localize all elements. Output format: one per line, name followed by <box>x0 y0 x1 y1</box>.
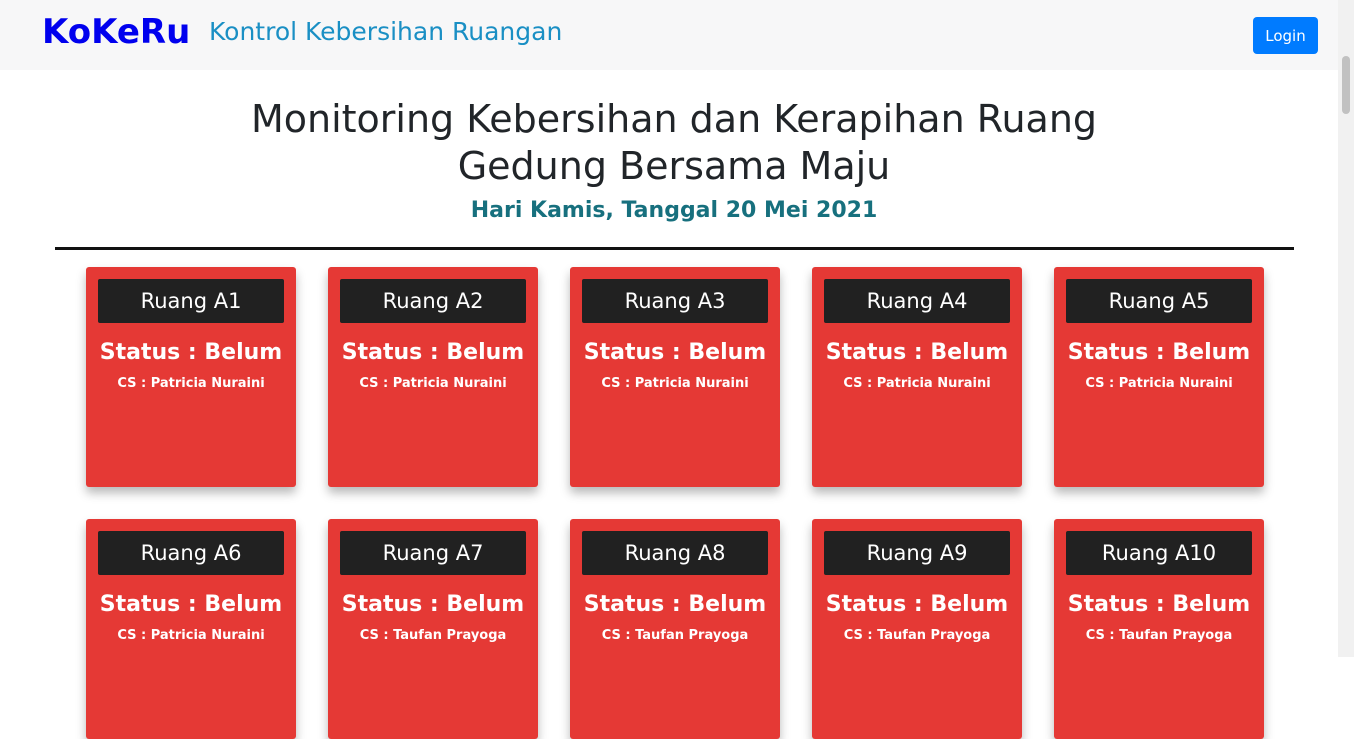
room-name: Ruang A7 <box>340 531 526 575</box>
room-name: Ruang A5 <box>1066 279 1252 323</box>
room-status: Status : Belum <box>583 340 767 365</box>
brand-subtitle: Kontrol Kebersihan Ruangan <box>209 17 563 46</box>
room-name: Ruang A10 <box>1066 531 1252 575</box>
room-cs: CS : Patricia Nuraini <box>117 376 265 391</box>
room-status: Status : Belum <box>99 340 283 365</box>
room-cs: CS : Taufan Prayoga <box>601 628 749 643</box>
room-cs: CS : Patricia Nuraini <box>601 376 749 391</box>
room-cs: CS : Patricia Nuraini <box>843 376 991 391</box>
room-card-a6[interactable]: Ruang A6 Status : Belum CS : Patricia Nu… <box>86 519 296 739</box>
navbar: KoKeRu Kontrol Kebersihan Ruangan Login <box>0 0 1338 70</box>
room-card-a4[interactable]: Ruang A4 Status : Belum CS : Patricia Nu… <box>812 267 1022 487</box>
date-label: Hari Kamis, Tanggal 20 Mei 2021 <box>470 198 878 223</box>
room-name: Ruang A1 <box>98 279 284 323</box>
page-header: Monitoring Kebersihan dan Kerapihan Ruan… <box>0 96 1348 223</box>
room-name: Ruang A6 <box>98 531 284 575</box>
room-grid: Ruang A1 Status : Belum CS : Patricia Nu… <box>86 267 1264 739</box>
room-status: Status : Belum <box>1067 592 1251 617</box>
room-name: Ruang A3 <box>582 279 768 323</box>
room-card-a10[interactable]: Ruang A10 Status : Belum CS : Taufan Pra… <box>1054 519 1264 739</box>
room-card-a8[interactable]: Ruang A8 Status : Belum CS : Taufan Pray… <box>570 519 780 739</box>
page-title-line1: Monitoring Kebersihan dan Kerapihan Ruan… <box>250 97 1098 141</box>
room-cs: CS : Patricia Nuraini <box>359 376 507 391</box>
room-name: Ruang A9 <box>824 531 1010 575</box>
room-status: Status : Belum <box>341 592 525 617</box>
room-cs: CS : Patricia Nuraini <box>1085 376 1233 391</box>
room-status: Status : Belum <box>825 592 1009 617</box>
room-status: Status : Belum <box>583 592 767 617</box>
header-divider <box>55 247 1294 250</box>
room-status: Status : Belum <box>341 340 525 365</box>
room-cs: CS : Taufan Prayoga <box>359 628 507 643</box>
room-status: Status : Belum <box>99 592 283 617</box>
room-cs: CS : Patricia Nuraini <box>117 628 265 643</box>
brand-logo[interactable]: KoKeRu <box>42 12 190 52</box>
room-card-a3[interactable]: Ruang A3 Status : Belum CS : Patricia Nu… <box>570 267 780 487</box>
page-title-line2: Gedung Bersama Maju <box>457 144 891 188</box>
room-card-a1[interactable]: Ruang A1 Status : Belum CS : Patricia Nu… <box>86 267 296 487</box>
room-card-a9[interactable]: Ruang A9 Status : Belum CS : Taufan Pray… <box>812 519 1022 739</box>
room-cs: CS : Taufan Prayoga <box>843 628 991 643</box>
room-cs: CS : Taufan Prayoga <box>1085 628 1233 643</box>
room-name: Ruang A2 <box>340 279 526 323</box>
room-status: Status : Belum <box>1067 340 1251 365</box>
room-card-a7[interactable]: Ruang A7 Status : Belum CS : Taufan Pray… <box>328 519 538 739</box>
room-status: Status : Belum <box>825 340 1009 365</box>
room-name: Ruang A8 <box>582 531 768 575</box>
room-card-a5[interactable]: Ruang A5 Status : Belum CS : Patricia Nu… <box>1054 267 1264 487</box>
room-name: Ruang A4 <box>824 279 1010 323</box>
page-title: Monitoring Kebersihan dan Kerapihan Ruan… <box>0 96 1348 190</box>
login-button[interactable]: Login <box>1253 17 1318 54</box>
room-card-a2[interactable]: Ruang A2 Status : Belum CS : Patricia Nu… <box>328 267 538 487</box>
